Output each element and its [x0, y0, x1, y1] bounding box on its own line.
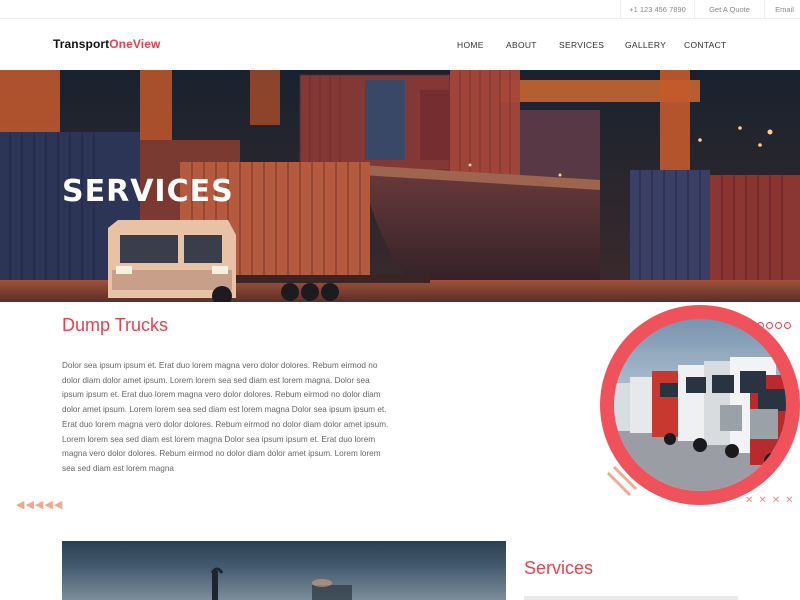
site-logo[interactable]: TransportOneView	[53, 37, 160, 51]
logo-text-accent: OneView	[109, 37, 161, 51]
sidebar-divider	[524, 596, 738, 600]
sidebar-services-title: Services	[524, 558, 594, 578]
email-link[interactable]: Email	[764, 0, 800, 19]
nav-contact[interactable]: CONTACT	[684, 40, 727, 50]
logo-text-primary: Transport	[53, 37, 110, 51]
nav-home[interactable]: HOME	[457, 40, 484, 50]
nav-gallery[interactable]: GALLERY	[625, 40, 666, 50]
phone-link[interactable]: +1 123 456 7890	[620, 0, 694, 19]
section-title: Dump Trucks	[62, 315, 169, 335]
hero-banner: SERVICES	[0, 70, 800, 302]
section-body-text: Dolor sea ipsum ipsum et. Erat duo lorem…	[62, 361, 389, 473]
nav-about[interactable]: ABOUT	[506, 40, 537, 50]
top-bar: +1 123 456 7890 Get A Quote Email	[0, 0, 800, 19]
site-header: TransportOneView HOME ABOUT SERVICES GAL…	[0, 19, 800, 70]
nav-services[interactable]: SERVICES	[559, 40, 604, 50]
arrow-left-icon: ◀◀◀◀◀	[16, 499, 64, 511]
hero-title: SERVICES	[62, 174, 234, 209]
trucks-circle-image	[600, 305, 800, 505]
lower-feature-image	[62, 541, 506, 600]
get-quote-link[interactable]: Get A Quote	[694, 0, 764, 19]
